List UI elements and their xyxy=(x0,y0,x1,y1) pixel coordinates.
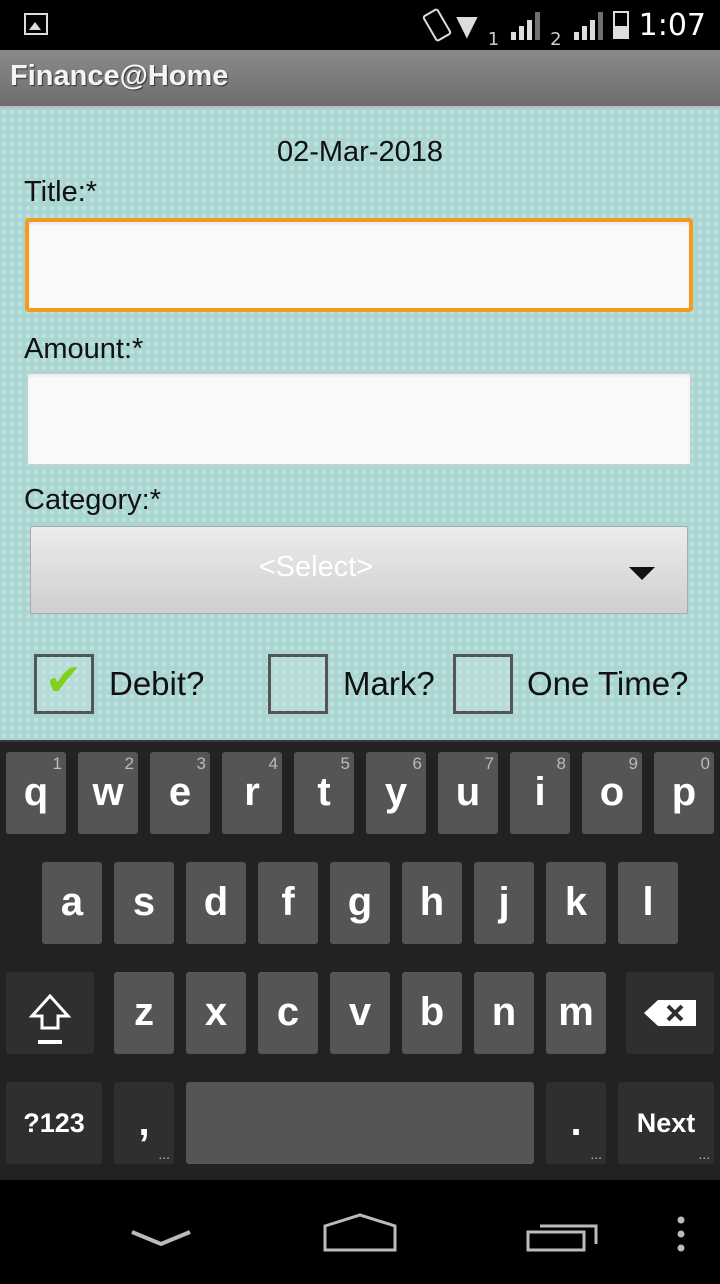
checkmark-icon: ✔ xyxy=(45,655,82,706)
debit-label: Debit? xyxy=(109,665,205,702)
key-c[interactable]: c xyxy=(258,972,318,1054)
amount-label: Amount:* xyxy=(24,333,144,365)
key-y[interactable]: 6y xyxy=(366,752,426,834)
title-field[interactable] xyxy=(25,218,693,312)
mark-checkbox[interactable] xyxy=(268,654,328,714)
key-i[interactable]: 8i xyxy=(510,752,570,834)
key-v[interactable]: v xyxy=(330,972,390,1054)
shift-key[interactable] xyxy=(6,972,94,1054)
mark-label: Mark? xyxy=(343,665,435,702)
date-label: 02-Mar-2018 xyxy=(276,136,444,168)
key-s[interactable]: s xyxy=(114,862,174,944)
key-t[interactable]: 5t xyxy=(294,752,354,834)
one-time-checkbox[interactable] xyxy=(453,654,513,714)
key-x[interactable]: x xyxy=(186,972,246,1054)
signal-sim2-icon xyxy=(573,10,603,40)
key-d[interactable]: d xyxy=(186,862,246,944)
one-time-label: One Time? xyxy=(527,665,689,702)
key-a[interactable]: a xyxy=(42,862,102,944)
sim2-label: 2 xyxy=(550,29,562,50)
key-z[interactable]: z xyxy=(114,972,174,1054)
title-input[interactable] xyxy=(29,222,689,308)
key-p[interactable]: 0p xyxy=(654,752,714,834)
key-e[interactable]: 3e xyxy=(150,752,210,834)
sim1-label: 1 xyxy=(487,29,500,50)
gallery-notification-icon xyxy=(24,13,48,35)
home-icon[interactable] xyxy=(323,1213,397,1252)
key-f[interactable]: f xyxy=(258,862,318,944)
symbols-key[interactable]: ?123 xyxy=(6,1082,102,1164)
key-j[interactable]: j xyxy=(474,862,534,944)
app-title-bar: Finance@Home xyxy=(0,50,720,108)
overflow-menu-icon[interactable] xyxy=(677,1216,685,1252)
app-title: Finance@Home xyxy=(10,60,229,92)
hide-keyboard-icon[interactable] xyxy=(131,1230,191,1247)
key-g[interactable]: g xyxy=(330,862,390,944)
category-dropdown[interactable]: <Select> xyxy=(30,526,688,614)
dropdown-arrow-icon xyxy=(629,567,655,580)
key-w[interactable]: 2w xyxy=(78,752,138,834)
key-r[interactable]: 4r xyxy=(222,752,282,834)
debit-checkbox[interactable]: ✔ xyxy=(34,654,94,714)
status-bar: ▼ 1 2 1:07 xyxy=(0,0,720,50)
key-l[interactable]: l xyxy=(618,862,678,944)
vibrate-icon xyxy=(421,7,453,43)
title-label: Title:* xyxy=(24,176,98,208)
status-icons: ▼ 1 2 1:07 xyxy=(421,0,706,50)
nav-icons xyxy=(131,1213,685,1252)
wifi-icon: ▼ xyxy=(456,8,478,42)
form-area: 02-Mar-2018 Title:* Amount:* Category:* … xyxy=(0,108,720,740)
battery-icon xyxy=(612,11,629,39)
clock: 1:07 xyxy=(638,7,706,43)
amount-input[interactable] xyxy=(28,374,690,464)
navigation-bar xyxy=(0,1180,720,1280)
signal-sim1-icon xyxy=(511,10,541,40)
category-selected-value: <Select> xyxy=(258,551,374,583)
period-key[interactable]: .... xyxy=(546,1082,606,1164)
key-h[interactable]: h xyxy=(402,862,462,944)
key-o[interactable]: 9o xyxy=(582,752,642,834)
key-b[interactable]: b xyxy=(402,972,462,1054)
next-key[interactable]: Next... xyxy=(618,1082,714,1164)
category-label: Category:* xyxy=(24,484,162,516)
key-u[interactable]: 7u xyxy=(438,752,498,834)
space-key[interactable] xyxy=(186,1082,534,1164)
backspace-icon xyxy=(644,1000,696,1026)
soft-keyboard: 1q 2w 3e 4r 5t 6y 7u 8i 9o 0p a s d f g … xyxy=(0,740,720,1182)
amount-field[interactable] xyxy=(27,373,691,465)
recent-apps-icon[interactable] xyxy=(526,1224,598,1252)
key-n[interactable]: n xyxy=(474,972,534,1054)
backspace-key[interactable] xyxy=(626,972,714,1054)
key-k[interactable]: k xyxy=(546,862,606,944)
key-m[interactable]: m xyxy=(546,972,606,1054)
comma-key[interactable]: ,... xyxy=(114,1082,174,1164)
shift-icon xyxy=(28,993,72,1044)
key-q[interactable]: 1q xyxy=(6,752,66,834)
